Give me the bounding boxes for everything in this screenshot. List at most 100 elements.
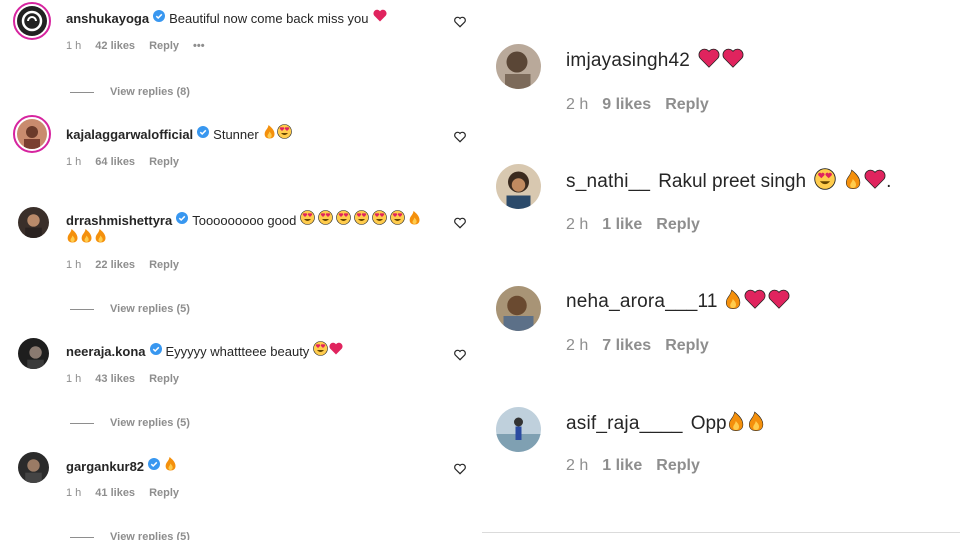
avatar-image xyxy=(496,407,541,452)
view-replies-button[interactable]: View replies (5) xyxy=(70,303,190,315)
reply-button[interactable]: Reply xyxy=(149,487,179,499)
view-replies-button[interactable]: View replies (5) xyxy=(70,531,190,540)
comment-time: 2 h xyxy=(566,337,589,354)
comment-meta: 2 h 9 likes Reply xyxy=(566,96,723,114)
comment-likes[interactable]: 42 likes xyxy=(95,40,135,52)
comment-username[interactable]: imjayasingh42 xyxy=(566,50,690,72)
comment-username[interactable]: neeraja.kona xyxy=(66,344,146,359)
red-heart-icon xyxy=(744,289,766,315)
comment-likes[interactable]: 22 likes xyxy=(95,259,135,271)
fire-icon xyxy=(164,456,177,476)
verified-badge-icon xyxy=(176,211,189,229)
comment-line: s_nathi__ Rakul preet singh . xyxy=(566,168,891,196)
right-comments-panel: imjayasingh42 2 h 9 likes Reply s_nathi_… xyxy=(482,0,960,540)
comment-username[interactable]: neha_arora___11 xyxy=(566,291,718,313)
reply-button[interactable]: Reply xyxy=(149,156,179,168)
comment-likes[interactable]: 64 likes xyxy=(95,156,135,168)
avatar[interactable] xyxy=(18,452,49,483)
comment-line: neha_arora___11 xyxy=(566,288,790,316)
avatar[interactable] xyxy=(496,164,541,209)
fire-icon xyxy=(844,168,862,196)
divider xyxy=(70,422,94,424)
view-replies-label: View replies (5) xyxy=(110,303,190,315)
divider xyxy=(70,91,94,93)
comment-likes[interactable]: 1 like xyxy=(602,457,642,475)
comment-text: Stunner xyxy=(213,126,259,142)
view-replies-label: View replies (5) xyxy=(110,417,190,429)
avatar-image xyxy=(17,119,47,149)
divider xyxy=(70,308,94,310)
comment-time: 2 h xyxy=(566,216,589,233)
heart-eyes-icon xyxy=(300,210,316,230)
reply-button[interactable]: Reply xyxy=(149,259,179,271)
avatar[interactable] xyxy=(18,207,49,238)
avatar[interactable] xyxy=(496,407,541,452)
reply-button[interactable]: Reply xyxy=(149,40,179,52)
red-heart-icon xyxy=(329,342,343,360)
comment-username[interactable]: s_nathi__ xyxy=(566,171,650,193)
heart-eyes-icon xyxy=(276,124,292,144)
comment-likes[interactable]: 1 like xyxy=(602,216,642,234)
reply-button[interactable]: Reply xyxy=(665,96,709,114)
comment-meta: 2 h 7 likes Reply xyxy=(566,337,723,355)
heart-eyes-icon xyxy=(390,210,406,230)
comment-time: 2 h xyxy=(566,457,589,474)
verified-badge-icon xyxy=(149,342,162,360)
red-heart-icon xyxy=(722,48,744,74)
comment-line: drrashmishettyra Tooooooooo good xyxy=(66,210,421,230)
comment-line: anshukayoga Beautiful now come back miss… xyxy=(66,9,387,27)
comment-emoji-continuation xyxy=(66,228,107,248)
divider xyxy=(70,536,94,538)
fire-icon xyxy=(263,124,276,144)
comment-username[interactable]: gargankur82 xyxy=(66,459,144,474)
comment-username[interactable]: drrashmishettyra xyxy=(66,213,172,228)
avatar[interactable] xyxy=(496,44,541,89)
fire-icon xyxy=(80,228,93,248)
heart-eyes-icon xyxy=(313,341,329,361)
avatar[interactable] xyxy=(496,286,541,331)
view-replies-label: View replies (5) xyxy=(110,531,190,540)
comment-username[interactable]: asif_raja____ xyxy=(566,413,683,435)
like-heart-icon[interactable] xyxy=(454,348,466,361)
view-replies-button[interactable]: View replies (5) xyxy=(70,417,190,429)
heart-eyes-icon xyxy=(318,210,334,230)
comment-line: neeraja.kona Eyyyyy whattteee beauty xyxy=(66,341,343,361)
reply-button[interactable]: Reply xyxy=(656,216,700,234)
reply-button[interactable]: Reply xyxy=(665,337,709,355)
avatar-image xyxy=(17,6,47,36)
like-heart-icon[interactable] xyxy=(454,130,466,143)
avatar[interactable] xyxy=(13,2,51,40)
verified-badge-icon xyxy=(153,9,166,27)
like-heart-icon[interactable] xyxy=(454,15,466,28)
comment-time: 1 h xyxy=(66,259,82,271)
comment-meta: 1 h 64 likes Reply xyxy=(66,156,193,168)
fire-icon xyxy=(724,288,742,316)
comment-time: 1 h xyxy=(66,373,82,385)
comment-likes[interactable]: 9 likes xyxy=(602,96,651,114)
comment-meta: 1 h 43 likes Reply xyxy=(66,373,193,385)
comment-likes[interactable]: 7 likes xyxy=(602,337,651,355)
more-options-icon[interactable]: ••• xyxy=(193,40,205,52)
comment-likes[interactable]: 43 likes xyxy=(95,373,135,385)
view-replies-button[interactable]: View replies (8) xyxy=(70,86,190,98)
comment-username[interactable]: anshukayoga xyxy=(66,11,149,26)
fire-icon xyxy=(94,228,107,248)
comment-line: asif_raja____ Opp xyxy=(566,410,765,438)
avatar[interactable] xyxy=(18,338,49,369)
comment-text: Opp xyxy=(690,413,727,434)
comment-suffix: . xyxy=(886,171,892,192)
comment-meta: 1 h 22 likes Reply xyxy=(66,259,193,271)
like-heart-icon[interactable] xyxy=(454,216,466,229)
reply-button[interactable]: Reply xyxy=(656,457,700,475)
comment-likes[interactable]: 41 likes xyxy=(95,487,135,499)
left-comments-panel: anshukayoga Beautiful now come back miss… xyxy=(0,0,478,540)
avatar[interactable] xyxy=(13,115,51,153)
verified-badge-icon xyxy=(197,125,210,143)
avatar-image xyxy=(18,338,49,369)
comment-meta: 1 h 42 likes Reply ••• xyxy=(66,40,219,52)
fire-icon xyxy=(747,410,765,438)
comment-username[interactable]: kajalaggarwalofficial xyxy=(66,127,193,142)
like-heart-icon[interactable] xyxy=(454,462,466,475)
avatar-image xyxy=(496,44,541,89)
reply-button[interactable]: Reply xyxy=(149,373,179,385)
